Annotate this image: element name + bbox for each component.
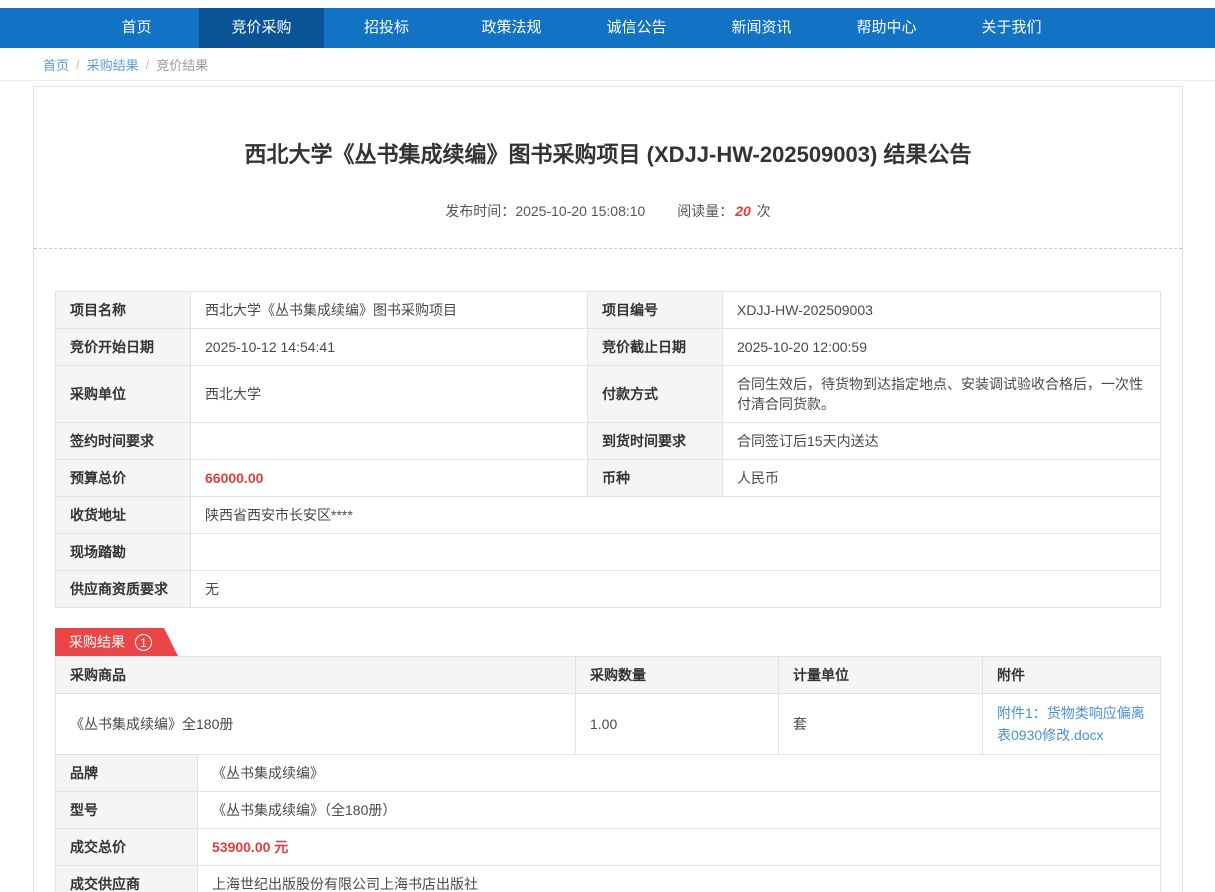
column-header-unit: 计量单位 <box>779 657 983 694</box>
winning-supplier: 上海世纪出版股份有限公司上海书店出版社 <box>198 866 1161 892</box>
breadcrumb-link-purchase-results[interactable]: 采购结果 <box>87 55 139 74</box>
brand-value: 《丛书集成续编》 <box>198 755 1161 792</box>
table-row: 品牌 《丛书集成续编》 <box>56 755 1161 792</box>
main-nav: 首页 竞价采购 招投标 政策法规 诚信公告 新闻资讯 帮助中心 关于我们 <box>0 8 1215 48</box>
field-value: 无 <box>191 571 1161 608</box>
breadcrumb: 首页 / 采购结果 / 竞价结果 <box>0 48 1215 81</box>
field-label: 成交总价 <box>56 829 198 866</box>
breadcrumb-link-home[interactable]: 首页 <box>43 55 69 74</box>
field-value: 合同签订后15天内送达 <box>723 423 1161 460</box>
column-header-product: 采购商品 <box>56 657 576 694</box>
field-value: 西北大学《丛书集成续编》图书采购项目 <box>191 292 588 329</box>
table-row: 采购单位 西北大学 付款方式 合同生效后，待货物到达指定地点、安装调试验收合格后… <box>56 366 1161 423</box>
product-unit: 套 <box>779 694 983 755</box>
table-row: 竞价开始日期 2025-10-12 14:54:41 竞价截止日期 2025-1… <box>56 329 1161 366</box>
article-meta: 发布时间：2025-10-20 15:08:10 阅读量：20 次 <box>55 201 1161 221</box>
field-value <box>191 534 1161 571</box>
result-badge-ribbon: 采购结果 1 <box>55 628 178 656</box>
publish-time: 发布时间：2025-10-20 15:08:10 <box>445 201 645 221</box>
field-label: 供应商资质要求 <box>56 571 191 608</box>
field-label: 币种 <box>588 460 723 497</box>
product-quantity: 1.00 <box>576 694 779 755</box>
breadcrumb-current: 竞价结果 <box>156 55 208 74</box>
field-label: 品牌 <box>56 755 198 792</box>
table-row: 收货地址 陕西省西安市长安区**** <box>56 497 1161 534</box>
field-label: 付款方式 <box>588 366 723 423</box>
field-label: 采购单位 <box>56 366 191 423</box>
field-label: 竞价截止日期 <box>588 329 723 366</box>
breadcrumb-separator: / <box>146 57 150 72</box>
table-header-row: 采购商品 采购数量 计量单位 附件 <box>56 657 1161 694</box>
table-row: 成交总价 53900.00 元 <box>56 829 1161 866</box>
field-value: 2025-10-20 12:00:59 <box>723 329 1161 366</box>
nav-item-help-center[interactable]: 帮助中心 <box>824 8 949 48</box>
result-count-badge: 1 <box>135 634 152 651</box>
view-count-number: 20 <box>735 203 751 219</box>
table-row: 现场踏勘 <box>56 534 1161 571</box>
table-row: 成交供应商 上海世纪出版股份有限公司上海书店出版社 <box>56 866 1161 892</box>
field-value <box>191 423 588 460</box>
view-count: 阅读量：20 次 <box>677 201 770 221</box>
field-label: 预算总价 <box>56 460 191 497</box>
field-value: 西北大学 <box>191 366 588 423</box>
nav-item-bidding-purchase[interactable]: 竞价采购 <box>199 8 324 48</box>
field-label: 到货时间要求 <box>588 423 723 460</box>
divider <box>34 248 1182 249</box>
column-header-quantity: 采购数量 <box>576 657 779 694</box>
nav-item-home[interactable]: 首页 <box>74 8 199 48</box>
field-label: 现场踏勘 <box>56 534 191 571</box>
column-header-attachment: 附件 <box>983 657 1161 694</box>
field-value: 2025-10-12 14:54:41 <box>191 329 588 366</box>
table-row: 签约时间要求 到货时间要求 合同签订后15天内送达 <box>56 423 1161 460</box>
field-label: 竞价开始日期 <box>56 329 191 366</box>
product-name: 《丛书集成续编》全180册 <box>56 694 576 755</box>
budget-total-value: 66000.00 <box>191 460 588 497</box>
field-label: 签约时间要求 <box>56 423 191 460</box>
nav-item-tendering[interactable]: 招投标 <box>324 8 449 48</box>
nav-item-about-us[interactable]: 关于我们 <box>949 8 1074 48</box>
field-label: 成交供应商 <box>56 866 198 892</box>
field-label: 收货地址 <box>56 497 191 534</box>
table-row: 型号 《丛书集成续编》（全180册） <box>56 792 1161 829</box>
field-value: 人民币 <box>723 460 1161 497</box>
page-title: 西北大学《丛书集成续编》图书采购项目 (XDJJ-HW-202509003) 结… <box>55 137 1161 169</box>
attachment-link[interactable]: 附件1：货物类响应偏离表0930修改.docx <box>997 705 1145 743</box>
field-value: 合同生效后，待货物到达指定地点、安装调试验收合格后，一次性付清合同货款。 <box>723 366 1161 423</box>
model-value: 《丛书集成续编》（全180册） <box>198 792 1161 829</box>
field-label: 型号 <box>56 792 198 829</box>
field-label: 项目名称 <box>56 292 191 329</box>
result-section-header: 采购结果 1 <box>55 628 1161 656</box>
table-row: 项目名称 西北大学《丛书集成续编》图书采购项目 项目编号 XDJJ-HW-202… <box>56 292 1161 329</box>
result-badge-label: 采购结果 <box>69 632 125 652</box>
purchase-result-table: 采购商品 采购数量 计量单位 附件 《丛书集成续编》全180册 1.00 套 附… <box>55 656 1161 755</box>
table-row: 《丛书集成续编》全180册 1.00 套 附件1：货物类响应偏离表0930修改.… <box>56 694 1161 755</box>
deal-total-price: 53900.00 元 <box>198 829 1161 866</box>
table-row: 供应商资质要求 无 <box>56 571 1161 608</box>
nav-item-news[interactable]: 新闻资讯 <box>699 8 824 48</box>
table-row: 预算总价 66000.00 币种 人民币 <box>56 460 1161 497</box>
nav-item-integrity-notice[interactable]: 诚信公告 <box>574 8 699 48</box>
field-value: XDJJ-HW-202509003 <box>723 292 1161 329</box>
field-value: 陕西省西安市长安区**** <box>191 497 1161 534</box>
nav-item-policies[interactable]: 政策法规 <box>449 8 574 48</box>
field-label: 项目编号 <box>588 292 723 329</box>
top-strip <box>0 0 1215 8</box>
announcement-card: 西北大学《丛书集成续编》图书采购项目 (XDJJ-HW-202509003) 结… <box>33 86 1183 892</box>
breadcrumb-separator: / <box>76 57 80 72</box>
project-info-table: 项目名称 西北大学《丛书集成续编》图书采购项目 项目编号 XDJJ-HW-202… <box>55 291 1161 608</box>
award-details-table: 品牌 《丛书集成续编》 型号 《丛书集成续编》（全180册） 成交总价 5390… <box>55 754 1161 892</box>
